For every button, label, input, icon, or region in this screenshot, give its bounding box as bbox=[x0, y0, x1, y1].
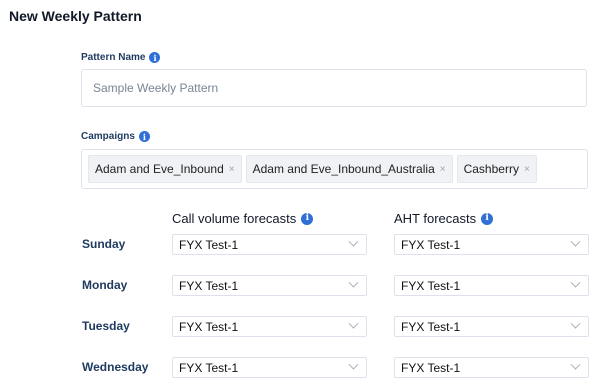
chevron-down-icon bbox=[348, 236, 359, 247]
chevron-down-icon bbox=[348, 277, 359, 288]
chevron-down-icon bbox=[570, 359, 581, 370]
select-value: FYX Test-1 bbox=[179, 278, 239, 293]
pattern-name-label-text: Pattern Name bbox=[81, 52, 146, 63]
chevron-down-icon bbox=[570, 318, 581, 329]
page-title: New Weekly Pattern bbox=[9, 8, 142, 24]
aht-header-text: AHT forecasts bbox=[394, 211, 477, 226]
day-label-tuesday: Tuesday bbox=[82, 319, 130, 333]
call-volume-header: Call volume forecasts i bbox=[172, 211, 314, 226]
campaigns-label-text: Campaigns bbox=[81, 131, 135, 142]
select-value: FYX Test-1 bbox=[401, 278, 461, 293]
campaign-tag-label: Adam and Eve_Inbound bbox=[95, 162, 224, 176]
campaign-tag-label: Cashberry bbox=[463, 162, 519, 176]
pattern-name-input[interactable]: Sample Weekly Pattern bbox=[81, 69, 587, 107]
chevron-down-icon bbox=[570, 277, 581, 288]
call-volume-select-sunday[interactable]: FYX Test-1 bbox=[172, 234, 367, 255]
select-value: FYX Test-1 bbox=[179, 237, 239, 252]
call-volume-header-text: Call volume forecasts bbox=[172, 211, 297, 226]
aht-select-wednesday[interactable]: FYX Test-1 bbox=[394, 357, 589, 378]
day-label-sunday: Sunday bbox=[82, 237, 126, 251]
chevron-down-icon bbox=[570, 236, 581, 247]
aht-select-monday[interactable]: FYX Test-1 bbox=[394, 275, 589, 296]
call-volume-select-wednesday[interactable]: FYX Test-1 bbox=[172, 357, 367, 378]
select-value: FYX Test-1 bbox=[179, 360, 239, 375]
campaign-tag: Adam and Eve_Inbound_Australia × bbox=[245, 155, 453, 183]
aht-select-tuesday[interactable]: FYX Test-1 bbox=[394, 316, 589, 337]
close-icon[interactable]: × bbox=[440, 164, 446, 175]
chevron-down-icon bbox=[348, 359, 359, 370]
close-icon[interactable]: × bbox=[524, 164, 530, 175]
campaign-tag: Cashberry × bbox=[456, 155, 537, 183]
campaigns-multiselect[interactable]: Adam and Eve_Inbound × Adam and Eve_Inbo… bbox=[81, 149, 588, 189]
pattern-name-label: Pattern Name i bbox=[81, 52, 161, 63]
aht-select-sunday[interactable]: FYX Test-1 bbox=[394, 234, 589, 255]
info-icon[interactable]: i bbox=[138, 131, 150, 142]
chevron-down-icon bbox=[348, 318, 359, 329]
campaign-tag-label: Adam and Eve_Inbound_Australia bbox=[252, 162, 435, 176]
day-label-wednesday: Wednesday bbox=[82, 360, 149, 374]
select-value: FYX Test-1 bbox=[401, 319, 461, 334]
info-icon[interactable]: i bbox=[149, 52, 161, 63]
aht-header: AHT forecasts i bbox=[394, 211, 494, 226]
call-volume-select-tuesday[interactable]: FYX Test-1 bbox=[172, 316, 367, 337]
campaign-tag: Adam and Eve_Inbound × bbox=[88, 155, 242, 183]
campaigns-label: Campaigns i bbox=[81, 131, 150, 142]
select-value: FYX Test-1 bbox=[401, 237, 461, 252]
call-volume-select-monday[interactable]: FYX Test-1 bbox=[172, 275, 367, 296]
select-value: FYX Test-1 bbox=[401, 360, 461, 375]
select-value: FYX Test-1 bbox=[179, 319, 239, 334]
info-icon[interactable]: i bbox=[301, 212, 314, 225]
day-label-monday: Monday bbox=[82, 278, 128, 292]
info-icon[interactable]: i bbox=[481, 212, 494, 225]
pattern-name-placeholder: Sample Weekly Pattern bbox=[93, 81, 219, 95]
close-icon[interactable]: × bbox=[229, 164, 235, 175]
